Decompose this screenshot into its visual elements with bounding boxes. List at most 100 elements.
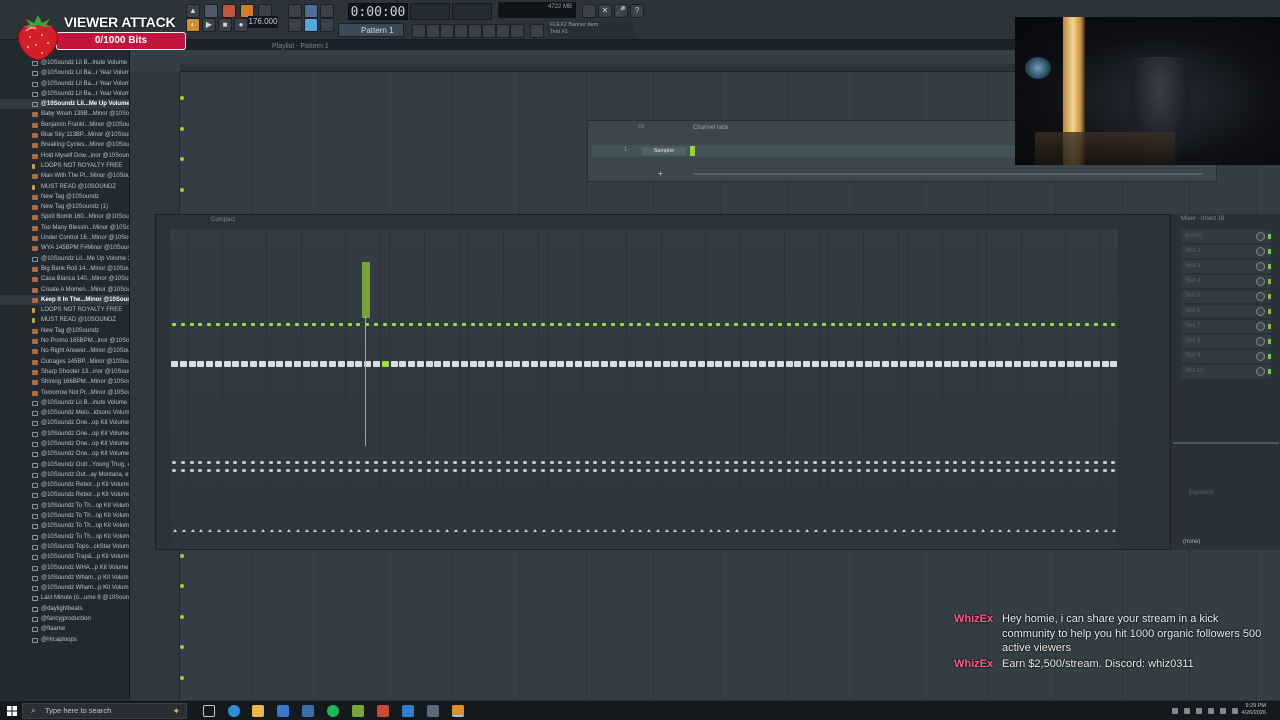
insert-route-knob[interactable] (224, 469, 229, 472)
insert-route-knob[interactable] (417, 469, 422, 472)
insert-fader-knob[interactable] (1101, 361, 1109, 367)
insert-fader-knob[interactable] (460, 361, 468, 367)
playlist-icon[interactable] (412, 24, 426, 38)
insert-mute-led[interactable] (786, 323, 791, 326)
insert-route-knob[interactable] (637, 469, 642, 472)
obs-icon[interactable] (377, 705, 389, 717)
spotify-icon[interactable] (327, 705, 339, 717)
insert-route-arrow-icon[interactable] (295, 529, 300, 532)
insert-mute-led[interactable] (637, 323, 642, 326)
insert-route-knob[interactable] (338, 469, 343, 472)
browser-item[interactable]: Too Many Blessin...Minor @10Soundz (0, 223, 129, 233)
insert-route-knob[interactable] (540, 469, 545, 472)
wait-toggle[interactable] (288, 4, 302, 18)
fl-studio-icon[interactable] (452, 705, 464, 717)
insert-route-arrow-icon[interactable] (849, 529, 854, 532)
insert-route-knob[interactable] (988, 469, 993, 472)
mixer-insert-strip[interactable] (846, 229, 855, 549)
insert-mute-led[interactable] (488, 323, 493, 326)
insert-route-arrow-icon[interactable] (884, 529, 889, 532)
insert-route-knob[interactable] (962, 469, 967, 472)
browser-item[interactable]: Benjamin Frankl...Minor @10Soundz (0, 120, 129, 130)
insert-route-arrow-icon[interactable] (181, 529, 186, 532)
insert-fader-knob[interactable] (978, 361, 986, 367)
mixer-insert-strip[interactable] (837, 229, 846, 549)
insert-route-arrow-icon[interactable] (717, 529, 722, 532)
insert-route-arrow-icon[interactable] (1015, 529, 1020, 532)
insert-route-knob[interactable] (294, 469, 299, 472)
mixer-insert-strip[interactable] (205, 229, 214, 549)
insert-mute-led[interactable] (769, 323, 774, 326)
insert-route-arrow-icon[interactable] (787, 529, 792, 532)
channel-select-led[interactable] (690, 146, 695, 156)
insert-route-arrow-icon[interactable] (980, 529, 985, 532)
insert-route-arrow-icon[interactable] (427, 529, 432, 532)
insert-fader-knob[interactable] (223, 361, 231, 367)
insert-route-knob[interactable] (356, 469, 361, 472)
insert-route-arrow-icon[interactable] (269, 529, 274, 532)
browser-item[interactable]: Blue Sky 113BP...Minor @10Soundz (0, 130, 129, 140)
insert-fader-knob[interactable] (864, 361, 872, 367)
add-channel-icon[interactable]: + (658, 169, 663, 178)
insert-route-knob[interactable] (391, 469, 396, 472)
insert-route-arrow-icon[interactable] (892, 529, 897, 532)
insert-mute-led[interactable] (224, 323, 229, 326)
mixer-insert-strip[interactable] (222, 229, 232, 549)
browser-item[interactable]: New Tag @10Soundz (1) (0, 202, 129, 212)
insert-send-knob[interactable] (584, 461, 589, 464)
slot-mix-knob[interactable] (1256, 262, 1265, 271)
insert-fader-knob[interactable] (653, 361, 661, 367)
insert-route-arrow-icon[interactable] (1007, 529, 1012, 532)
touch-controller-icon[interactable] (510, 24, 524, 38)
insert-send-knob[interactable] (690, 461, 695, 464)
insert-fader-knob[interactable] (583, 361, 591, 367)
insert-send-knob[interactable] (312, 461, 317, 464)
insert-route-arrow-icon[interactable] (1059, 529, 1064, 532)
insert-send-knob[interactable] (865, 461, 870, 464)
insert-send-knob[interactable] (1058, 461, 1063, 464)
master-volume[interactable] (452, 3, 492, 20)
insert-route-arrow-icon[interactable] (629, 529, 634, 532)
mixer-effect-slot[interactable]: Slot 6 (1181, 305, 1271, 318)
insert-send-knob[interactable] (856, 461, 861, 464)
mixer-insert-strip[interactable] (898, 229, 908, 549)
insert-mute-led[interactable] (479, 323, 484, 326)
app-icon-1[interactable] (277, 705, 289, 717)
tray-icon-2[interactable] (1184, 708, 1190, 714)
insert-send-knob[interactable] (962, 461, 967, 464)
insert-fader-knob[interactable] (987, 361, 995, 367)
insert-fader-knob[interactable] (645, 361, 653, 367)
insert-mute-led[interactable] (549, 323, 554, 326)
output-selector[interactable]: (none) (1183, 539, 1200, 545)
insert-fader-knob[interactable] (548, 361, 556, 367)
insert-send-knob[interactable] (1111, 461, 1116, 464)
insert-route-knob[interactable] (777, 469, 782, 472)
insert-send-knob[interactable] (839, 461, 844, 464)
browser-item[interactable]: @10Soundz Topo...ckStar Volume 3 (0, 542, 129, 552)
insert-route-knob[interactable] (1093, 469, 1098, 472)
mixer-insert-strip[interactable] (1012, 229, 1022, 549)
close-icon[interactable]: ✕ (598, 4, 612, 18)
mixer-insert-strip[interactable] (617, 229, 627, 549)
insert-fader-knob[interactable] (934, 361, 942, 367)
mixer-insert-strip[interactable] (810, 229, 820, 549)
browser-item[interactable]: New Tag @10Soundz (0, 192, 129, 202)
insert-mute-led[interactable] (172, 323, 176, 326)
mixer-insert-strip[interactable] (556, 229, 565, 549)
insert-route-arrow-icon[interactable] (971, 529, 976, 532)
insert-fader-knob[interactable] (899, 361, 907, 367)
insert-route-knob[interactable] (207, 469, 212, 472)
mixer-insert-strip[interactable] (714, 229, 723, 549)
insert-fader-knob[interactable] (803, 361, 811, 367)
task-view-icon[interactable] (203, 705, 215, 717)
insert-route-knob[interactable] (953, 469, 958, 472)
insert-route-knob[interactable] (488, 469, 493, 472)
insert-route-arrow-icon[interactable] (313, 529, 318, 532)
insert-send-knob[interactable] (944, 461, 949, 464)
insert-route-arrow-icon[interactable] (480, 529, 485, 532)
insert-fader-knob[interactable] (513, 361, 521, 367)
insert-route-knob[interactable] (242, 469, 247, 472)
insert-mute-led[interactable] (1023, 323, 1028, 326)
insert-mute-led[interactable] (690, 323, 695, 326)
browser-item[interactable]: @10Soundz Rebor...p Kit Volume 1 (0, 480, 129, 490)
